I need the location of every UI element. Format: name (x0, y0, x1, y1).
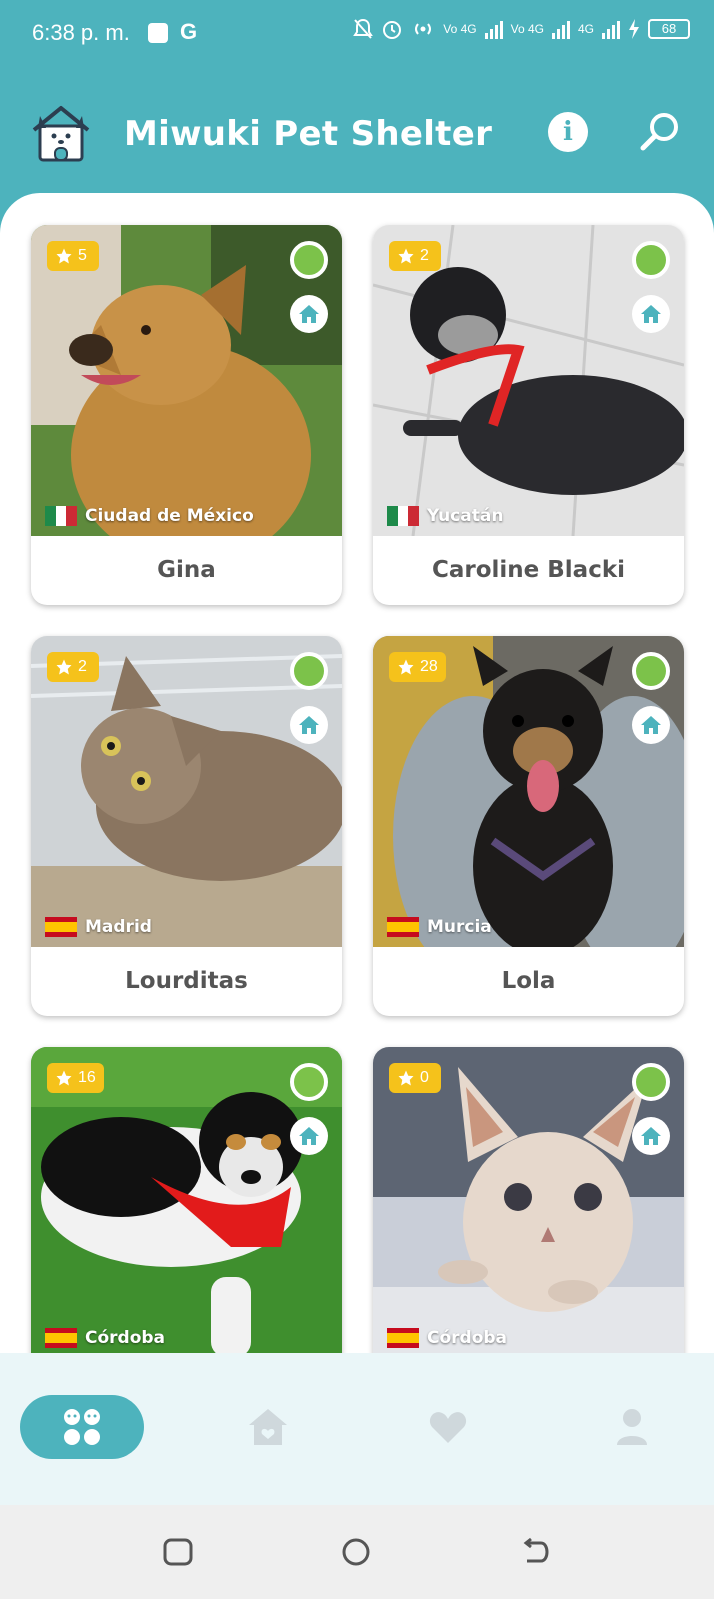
pet-name: Gina (157, 557, 216, 583)
search-icon[interactable] (638, 110, 682, 154)
info-button[interactable]: i (548, 112, 588, 152)
home-icon (290, 706, 328, 744)
pet-location: Murcia (387, 917, 492, 937)
star-icon (56, 659, 72, 675)
home-icon (632, 295, 670, 333)
status-bar: 6:38 p. m. G Vo 4G Vo 4G 4G 68 (0, 0, 714, 70)
location-label: Murcia (427, 917, 492, 937)
system-navigation-bar (0, 1505, 714, 1599)
signal-icon (484, 19, 503, 39)
spain-flag-icon (45, 917, 77, 937)
home-icon (290, 1117, 328, 1155)
pet-card[interactable]: 16 Córdoba (31, 1047, 342, 1353)
network-label-2: Vo 4G (510, 22, 544, 36)
pet-grid: 5 Ciudad de México Gina 2 Yucatán Caroli… (0, 193, 714, 1353)
pet-name: Lourditas (125, 968, 248, 994)
rating-badge: 5 (47, 241, 99, 271)
hotspot-icon (415, 23, 432, 35)
available-status-icon (632, 241, 670, 279)
pet-location: Madrid (45, 917, 152, 937)
back-icon[interactable] (519, 1537, 551, 1567)
rating-count: 2 (78, 658, 87, 675)
spain-flag-icon (387, 1328, 419, 1348)
location-label: Córdoba (85, 1328, 166, 1348)
pet-name: Caroline Blacki (431, 557, 626, 583)
bottom-nav (0, 1353, 714, 1505)
pet-photo: 16 Córdoba (31, 1047, 342, 1353)
location-label: Madrid (85, 917, 152, 937)
pet-photo: 2 Yucatán (373, 225, 684, 536)
battery-icon: 68 (648, 19, 690, 39)
pet-photo: 2 Madrid (31, 636, 342, 947)
pet-location: Yucatán (387, 506, 503, 526)
rating-count: 2 (420, 247, 429, 264)
nav-profile[interactable] (600, 1395, 664, 1459)
pets-icon (64, 1409, 100, 1445)
signal-icon-2 (551, 19, 570, 39)
location-label: Córdoba (427, 1328, 508, 1348)
available-status-icon (290, 1063, 328, 1101)
recent-apps-icon[interactable] (163, 1538, 193, 1566)
mute-icon (353, 18, 374, 39)
spain-flag-icon (387, 917, 419, 937)
star-icon (56, 1070, 72, 1086)
signal-icon-3 (602, 19, 620, 39)
rating-count: 0 (420, 1069, 429, 1086)
rating-badge: 28 (389, 652, 446, 682)
app-title: Miwuki Pet Shelter (124, 114, 493, 154)
favorites-icon (429, 1412, 467, 1443)
pet-location: Córdoba (45, 1328, 165, 1348)
home-icon (290, 295, 328, 333)
pet-photo: 5 Ciudad de México (31, 225, 342, 536)
pet-location: Ciudad de México (45, 506, 254, 526)
available-status-icon (290, 241, 328, 279)
rating-count: 28 (420, 658, 438, 675)
network-label-3: 4G (577, 22, 594, 36)
pet-name: Lola (501, 968, 556, 994)
pet-photo: 0 Córdoba (373, 1047, 684, 1353)
notification-icon (148, 23, 168, 43)
home-icon (632, 1117, 670, 1155)
pet-location: Córdoba (387, 1328, 507, 1348)
available-status-icon (290, 652, 328, 690)
pet-card[interactable]: 2 Madrid Lourditas (31, 636, 342, 1016)
home-button-icon[interactable] (341, 1537, 371, 1567)
available-status-icon (632, 1063, 670, 1101)
home-icon (632, 706, 670, 744)
system-icons: Vo 4G Vo 4G 4G 68 (353, 18, 690, 40)
star-icon (56, 248, 72, 264)
nav-pets[interactable] (20, 1395, 144, 1459)
star-icon (398, 1070, 414, 1086)
mexico-flag-icon (387, 506, 420, 526)
star-icon (398, 248, 414, 264)
app-logo-icon (32, 106, 90, 162)
nav-favorites[interactable] (416, 1395, 480, 1459)
status-time: 6:38 p. m. (32, 20, 130, 45)
mexico-flag-icon (45, 506, 78, 526)
location-label: Yucatán (427, 506, 504, 526)
pet-card[interactable]: 0 Córdoba (373, 1047, 684, 1353)
location-label: Ciudad de México (85, 506, 254, 526)
charging-icon (629, 19, 639, 39)
pet-card[interactable]: 28 Murcia Lola (373, 636, 684, 1016)
available-status-icon (632, 652, 670, 690)
rating-count: 16 (78, 1069, 96, 1086)
nav-shelter[interactable] (236, 1395, 300, 1459)
alarm-icon (383, 21, 402, 39)
rating-count: 5 (78, 247, 87, 264)
rating-badge: 0 (389, 1063, 441, 1093)
pet-photo: 28 Murcia (373, 636, 684, 947)
pet-card[interactable]: 2 Yucatán Caroline Blacki (373, 225, 684, 605)
shelter-icon (249, 1409, 287, 1445)
rating-badge: 16 (47, 1063, 104, 1093)
spain-flag-icon (45, 1328, 77, 1348)
star-icon (398, 659, 414, 675)
rating-badge: 2 (389, 241, 441, 271)
profile-icon (617, 1409, 647, 1445)
app-bar: Miwuki Pet Shelter i (0, 88, 714, 188)
google-icon: G (180, 19, 198, 44)
rating-badge: 2 (47, 652, 99, 682)
network-label-1: Vo 4G (443, 22, 477, 36)
pet-card[interactable]: 5 Ciudad de México Gina (31, 225, 342, 605)
